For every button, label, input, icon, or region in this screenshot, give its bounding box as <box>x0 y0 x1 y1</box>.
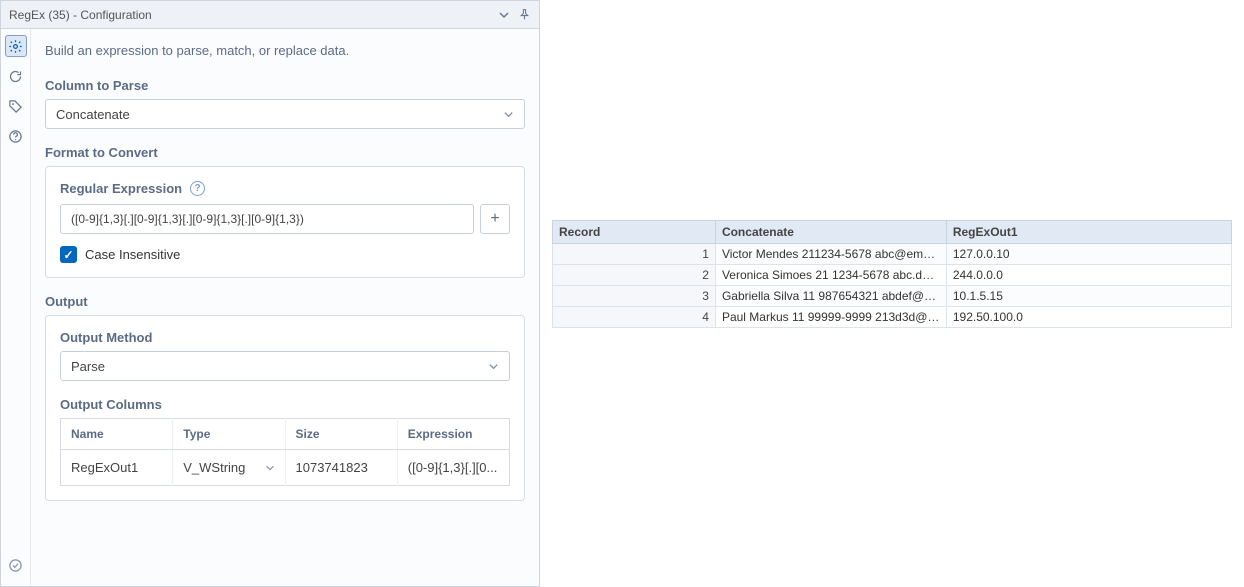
col-size-header[interactable]: Size <box>285 419 397 450</box>
case-insensitive-label: Case Insensitive <box>85 247 180 262</box>
panel-header: RegEx (35) - Configuration <box>1 1 539 29</box>
record-header[interactable]: Record <box>553 221 716 244</box>
table-row[interactable]: 1Victor Mendes 211234-5678 abc@email.com… <box>553 244 1232 265</box>
output-col-expr[interactable]: ([0-9]{1,3}[.][0... <box>397 450 509 486</box>
concat-cell[interactable]: Gabriella Silva 11 987654321 abdef@email… <box>715 286 946 307</box>
output-columns-table: Name Type Size Expression RegExOut1 V_WS… <box>60 418 510 486</box>
output-label: Output <box>45 294 525 309</box>
regexout-cell[interactable]: 10.1.5.15 <box>946 286 1231 307</box>
regex-input[interactable]: ([0-9]{1,3}[.][0-9]{1,3}[.][0-9]{1,3}[.]… <box>60 204 474 234</box>
output-columns-label: Output Columns <box>60 397 510 412</box>
regexout-cell[interactable]: 244.0.0.0 <box>946 265 1231 286</box>
check-status-icon[interactable] <box>5 554 27 576</box>
col-name-header[interactable]: Name <box>61 419 173 450</box>
chevron-down-icon <box>503 109 514 120</box>
row-number: 2 <box>553 265 716 286</box>
concat-cell[interactable]: Victor Mendes 211234-5678 abc@email.com … <box>715 244 946 265</box>
regexout-cell[interactable]: 192.50.100.0 <box>946 307 1231 328</box>
col-expr-header[interactable]: Expression <box>397 419 509 450</box>
tag-tab-icon[interactable] <box>5 95 27 117</box>
regex-label: Regular Expression <box>60 181 182 196</box>
output-method-label: Output Method <box>60 330 510 345</box>
concat-header[interactable]: Concatenate <box>715 221 946 244</box>
config-panel: RegEx (35) - Configuration <box>0 0 540 587</box>
help-tab-icon[interactable] <box>5 125 27 147</box>
concat-cell[interactable]: Paul Markus 11 99999-9999 213d3d@fdef2.n… <box>715 307 946 328</box>
format-convert-label: Format to Convert <box>45 145 525 160</box>
chevron-down-icon[interactable] <box>498 9 510 21</box>
column-parse-select[interactable]: Concatenate <box>45 99 525 129</box>
refresh-tab-icon[interactable] <box>5 65 27 87</box>
config-tab-icon[interactable] <box>5 35 27 57</box>
add-regex-button[interactable]: + <box>480 204 510 234</box>
output-col-type[interactable]: V_WString <box>173 450 285 486</box>
regexout-header[interactable]: RegExOut1 <box>946 221 1231 244</box>
output-method-value: Parse <box>71 359 105 374</box>
row-number: 4 <box>553 307 716 328</box>
pin-icon[interactable] <box>518 8 531 21</box>
concat-cell[interactable]: Veronica Simoes 21 1234-5678 abc.def@ema… <box>715 265 946 286</box>
help-icon[interactable]: ? <box>190 181 205 196</box>
output-col-size[interactable]: 1073741823 <box>285 450 397 486</box>
sidebar-toolbar <box>1 29 31 586</box>
results-table: Record Concatenate RegExOut1 1Victor Men… <box>552 220 1232 328</box>
output-method-select[interactable]: Parse <box>60 351 510 381</box>
table-row[interactable]: 2Veronica Simoes 21 1234-5678 abc.def@em… <box>553 265 1232 286</box>
table-row[interactable]: 3Gabriella Silva 11 987654321 abdef@emai… <box>553 286 1232 307</box>
table-row[interactable]: 4Paul Markus 11 99999-9999 213d3d@fdef2.… <box>553 307 1232 328</box>
panel-title: RegEx (35) - Configuration <box>9 8 152 22</box>
row-number: 3 <box>553 286 716 307</box>
regexout-cell[interactable]: 127.0.0.10 <box>946 244 1231 265</box>
panel-description: Build an expression to parse, match, or … <box>45 43 525 58</box>
chevron-down-icon <box>265 463 275 473</box>
results-pane: Record Concatenate RegExOut1 1Victor Men… <box>540 0 1244 587</box>
output-group: Output Method Parse Output Columns Name … <box>45 315 525 501</box>
chevron-down-icon <box>488 361 499 372</box>
case-insensitive-checkbox[interactable]: ✓ <box>60 246 77 263</box>
row-number: 1 <box>553 244 716 265</box>
col-type-header[interactable]: Type <box>173 419 285 450</box>
output-col-name[interactable]: RegExOut1 <box>61 450 173 486</box>
column-parse-value: Concatenate <box>56 107 130 122</box>
regex-group: Regular Expression ? ([0-9]{1,3}[.][0-9]… <box>45 166 525 278</box>
column-parse-label: Column to Parse <box>45 78 525 93</box>
table-row[interactable]: RegExOut1 V_WString 1073741823 <box>61 450 510 486</box>
